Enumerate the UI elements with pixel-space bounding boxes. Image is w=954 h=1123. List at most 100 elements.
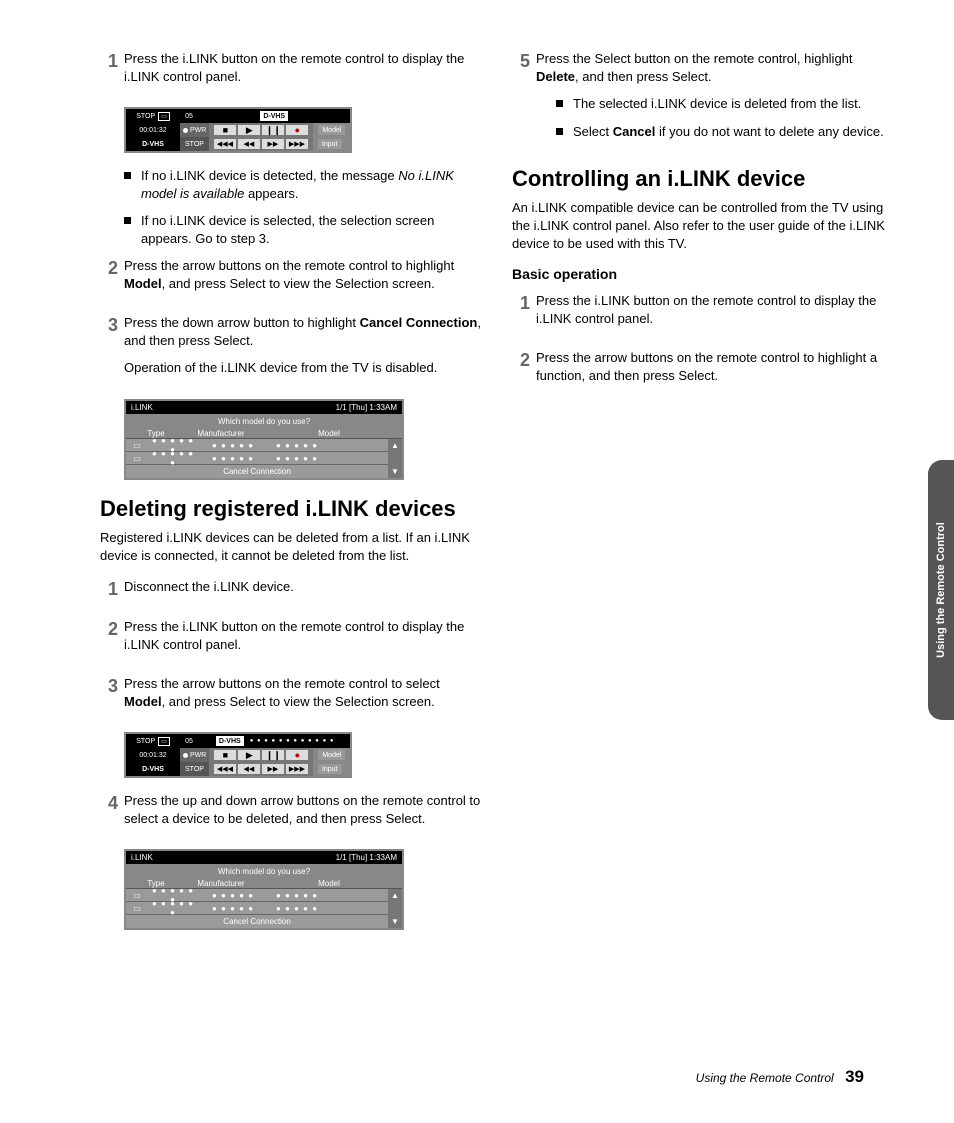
step-number: 3: [100, 314, 118, 387]
panel-btn-ff[interactable]: ▶▶: [262, 139, 284, 149]
device-icon: ▭: [126, 891, 148, 900]
sel-dots: ● ● ● ● ●: [268, 441, 388, 450]
panel-stop2: STOP: [180, 762, 209, 776]
step-text: Press the Select button on the remote co…: [536, 51, 853, 66]
sel-up-arrow-icon[interactable]: ▲: [388, 889, 402, 902]
panel-btn-rrw[interactable]: ◀◀◀: [214, 764, 236, 774]
step-number: 1: [512, 292, 530, 337]
bullet-item: If no i.LINK device is selected, the sel…: [124, 212, 482, 247]
bullet-text: The selected i.LINK device is deleted fr…: [573, 95, 894, 113]
panel-input-btn[interactable]: Input: [318, 764, 342, 774]
step-extra: Operation of the i.LINK device from the …: [124, 359, 482, 377]
step-text: Disconnect the i.LINK device.: [124, 578, 482, 596]
square-bullet-icon: [124, 172, 131, 179]
basic-step-2: 2 Press the arrow buttons on the remote …: [512, 349, 894, 394]
sel-dots: ● ● ● ● ●: [198, 441, 268, 450]
panel-btn-rw[interactable]: ◀◀: [238, 764, 260, 774]
power-dot-icon: [183, 753, 188, 758]
sel-dots: ● ● ● ● ●: [268, 904, 388, 913]
bullet-text-post: appears.: [244, 186, 298, 201]
step-number: 2: [100, 618, 118, 663]
panel-dvhs-badge: D-VHS: [216, 736, 244, 746]
panel-btn-stop[interactable]: ■: [214, 750, 236, 760]
sel-dots: ● ● ● ● ●: [198, 904, 268, 913]
step-5: 5 Press the Select button on the remote …: [512, 50, 894, 150]
panel-btn-rrw[interactable]: ◀◀◀: [214, 139, 236, 149]
panel-stop2: STOP: [180, 137, 209, 151]
step-text-post: , and then press Select.: [575, 69, 712, 84]
ilink-panel-figure-2: STOP ▭ 05 D-VHS ● ● ● ● ● ● ● ● ● ● ● ● …: [124, 732, 482, 778]
heading-deleting: Deleting registered i.LINK devices: [100, 496, 482, 521]
device-icon: ▭: [126, 904, 148, 913]
panel-btn-rw[interactable]: ◀◀: [238, 139, 260, 149]
step-2: 2 Press the arrow buttons on the remote …: [100, 257, 482, 302]
sel-prompt: Which model do you use?: [126, 414, 402, 429]
device-icon: ▭: [126, 441, 148, 450]
step-text-post: , and press Select to view the Selection…: [162, 694, 435, 709]
bullet-item: The selected i.LINK device is deleted fr…: [556, 95, 894, 113]
sel-row[interactable]: ▭ ● ● ● ● ● ● ● ● ● ● ● ● ● ● ● ●: [126, 452, 388, 465]
step-text: Press the arrow buttons on the remote co…: [536, 349, 894, 384]
step-text: Press the i.LINK button on the remote co…: [124, 50, 482, 85]
step-text-post: , and press Select to view the Selection…: [162, 276, 435, 291]
step-number: 3: [100, 675, 118, 720]
sel-dots: ● ● ● ● ●: [268, 891, 388, 900]
intro-controlling: An i.LINK compatible device can be contr…: [512, 199, 894, 252]
step-bold: Cancel Connection: [360, 315, 478, 330]
panel-btn-play[interactable]: ▶: [238, 125, 260, 135]
del-step-2: 2 Press the i.LINK button on the remote …: [100, 618, 482, 663]
panel-btn-fff[interactable]: ▶▶▶: [286, 139, 308, 149]
panel-btn-rec[interactable]: ●: [286, 750, 308, 760]
sel-title: i.LINK: [131, 853, 153, 862]
panel-btn-fff[interactable]: ▶▶▶: [286, 764, 308, 774]
step-number: 4: [100, 792, 118, 837]
panel-dvhs-badge: D-VHS: [260, 111, 288, 121]
sel-col-model: Model: [256, 879, 402, 888]
panel-pwr-label: PWR: [190, 127, 206, 134]
bullet-item: If no i.LINK device is detected, the mes…: [124, 167, 482, 202]
bullet-text-post: if you do not want to delete any device.: [655, 124, 883, 139]
footer-section: Using the Remote Control: [696, 1071, 834, 1085]
panel-model-btn[interactable]: Model: [318, 750, 345, 760]
panel-btn-play[interactable]: ▶: [238, 750, 260, 760]
side-tab: Using the Remote Control: [928, 460, 954, 720]
square-bullet-icon: [556, 100, 563, 107]
panel-btn-stop[interactable]: ■: [214, 125, 236, 135]
basic-step-1: 1 Press the i.LINK button on the remote …: [512, 292, 894, 337]
bullet-bold: Cancel: [613, 124, 656, 139]
sel-time: 1/1 [Thu] 1:33AM: [336, 403, 397, 412]
step-number: 5: [512, 50, 530, 150]
step-bold: Delete: [536, 69, 575, 84]
sel-up-arrow-icon[interactable]: ▲: [388, 439, 402, 452]
sel-col-model: Model: [256, 429, 402, 438]
panel-model-btn[interactable]: Model: [318, 125, 345, 135]
panel-stop-label: STOP: [136, 113, 155, 120]
panel-btn-pause[interactable]: ❙❙: [262, 125, 284, 135]
step-number: 2: [512, 349, 530, 394]
panel-stop-label: STOP: [136, 738, 155, 745]
sel-prompt: Which model do you use?: [126, 864, 402, 879]
panel-device-label: D-VHS: [126, 137, 180, 151]
selection-figure-1: i.LINK 1/1 [Thu] 1:33AM Which model do y…: [124, 399, 482, 480]
step-number: 2: [100, 257, 118, 302]
panel-channel: 05: [180, 109, 198, 123]
del-step-4: 4 Press the up and down arrow buttons on…: [100, 792, 482, 837]
heading-controlling: Controlling an i.LINK device: [512, 166, 894, 191]
sel-dots: ● ● ● ● ●: [198, 454, 268, 463]
sel-title: i.LINK: [131, 403, 153, 412]
sel-down-arrow-icon[interactable]: ▼: [388, 465, 402, 478]
step-bold: Model: [124, 276, 162, 291]
step-text: Press the i.LINK button on the remote co…: [124, 618, 482, 653]
step-body: Press the i.LINK button on the remote co…: [124, 50, 482, 95]
panel-btn-ff[interactable]: ▶▶: [262, 764, 284, 774]
sel-dots: ● ● ● ● ●: [198, 891, 268, 900]
panel-channel: 05: [180, 734, 198, 748]
panel-btn-pause[interactable]: ❙❙: [262, 750, 284, 760]
step-3: 3 Press the down arrow button to highlig…: [100, 314, 482, 387]
step-text: Press the down arrow button to highlight: [124, 315, 360, 330]
panel-input-btn[interactable]: Input: [318, 139, 342, 149]
square-bullet-icon: [556, 128, 563, 135]
sel-row[interactable]: ▭ ● ● ● ● ● ● ● ● ● ● ● ● ● ● ● ●: [126, 902, 388, 915]
sel-down-arrow-icon[interactable]: ▼: [388, 915, 402, 928]
panel-btn-rec[interactable]: ●: [286, 125, 308, 135]
